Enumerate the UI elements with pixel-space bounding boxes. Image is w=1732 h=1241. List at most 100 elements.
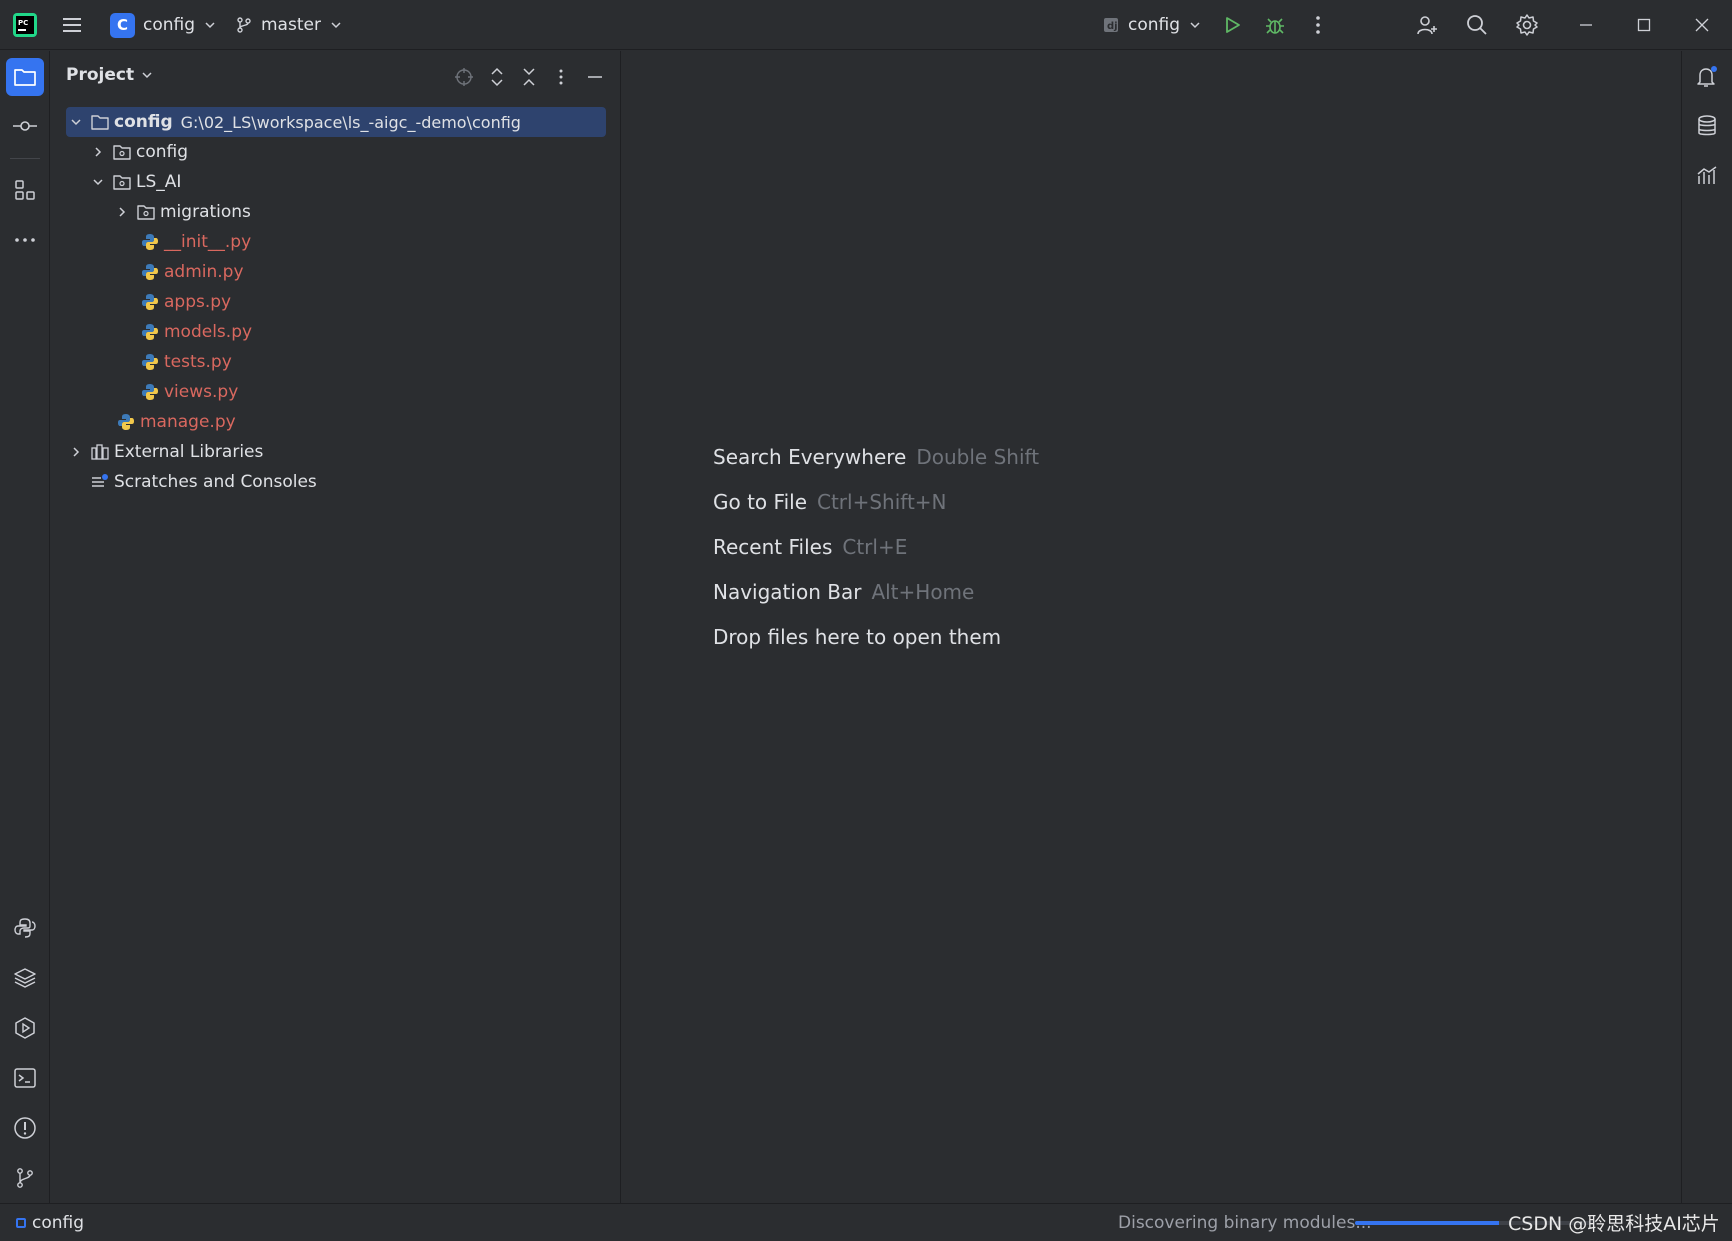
tree-item-config[interactable]: config (90, 137, 188, 167)
expand-all-icon (491, 67, 503, 87)
chevron-down-icon[interactable] (68, 114, 84, 130)
structure-icon (15, 180, 35, 200)
branch-selector[interactable]: master (235, 0, 343, 50)
branch-icon (237, 17, 251, 33)
tree-item-label: External Libraries (114, 442, 264, 462)
more-icon (559, 69, 563, 85)
tree-item-ls-ai[interactable]: LS_AI (90, 167, 181, 197)
hint-action: Search Everywhere (713, 445, 907, 469)
hint-shortcut: Alt+Home (871, 580, 975, 604)
locate-file-button[interactable] (450, 63, 478, 91)
pycharm-logo-icon[interactable]: PC (12, 0, 38, 50)
tree-item-label: tests.py (164, 352, 232, 372)
main-menu-button[interactable] (60, 0, 84, 50)
svg-text:PC: PC (18, 19, 28, 27)
tree-item-label: models.py (164, 322, 253, 342)
hide-panel-button[interactable] (581, 63, 609, 91)
run-button[interactable] (1210, 0, 1254, 50)
add-user-icon (1417, 16, 1437, 35)
tree-item-file[interactable]: admin.py (140, 257, 244, 287)
chevron-down-icon (331, 22, 341, 29)
hint-action: Drop files here to open them (713, 625, 1002, 649)
layers-icon (14, 968, 36, 988)
right-tool-strip (1681, 51, 1732, 1203)
chevron-down-icon (142, 72, 152, 79)
hint-action: Recent Files (713, 535, 833, 559)
python-file-icon (140, 352, 160, 372)
more-actions-button[interactable] (1296, 0, 1340, 50)
commit-tool-button[interactable] (6, 107, 44, 145)
python-packages-tool-button[interactable] (6, 909, 44, 947)
close-window-button[interactable] (1678, 0, 1726, 50)
background-task-label[interactable]: Discovering binary modules... (1118, 1213, 1372, 1233)
services-icon (15, 1017, 35, 1039)
minimize-button[interactable] (1562, 0, 1610, 50)
hint-action: Go to File (713, 490, 807, 514)
sciview-tool-button[interactable] (1688, 157, 1726, 195)
minimize-icon (1580, 24, 1592, 26)
layers-tool-button[interactable] (6, 959, 44, 997)
tree-item-path: G:\02_LS\workspace\ls_-aigc_-demo\config (180, 112, 521, 132)
hint-navigation-bar: Navigation Bar Alt+Home (713, 580, 974, 604)
hint-action: Navigation Bar (713, 580, 862, 604)
project-selector[interactable]: C config (110, 0, 217, 50)
chevron-right-icon[interactable] (90, 144, 106, 160)
problems-tool-button[interactable] (6, 1109, 44, 1147)
crosshair-icon (455, 68, 473, 86)
chevron-down-icon[interactable] (90, 174, 106, 190)
tree-item-label: manage.py (140, 412, 236, 432)
package-folder-icon (136, 202, 156, 222)
search-icon (1467, 15, 1487, 35)
status-breadcrumb[interactable]: config (16, 1213, 84, 1233)
run-config-selector[interactable]: dj config (1102, 0, 1202, 50)
status-bar: config Discovering binary modules... CSD… (0, 1203, 1732, 1241)
module-icon (16, 1218, 26, 1228)
tree-item-file[interactable]: models.py (140, 317, 252, 347)
settings-button[interactable] (1505, 0, 1549, 50)
terminal-tool-button[interactable] (6, 1059, 44, 1097)
search-button[interactable] (1455, 0, 1499, 50)
services-tool-button[interactable] (6, 1009, 44, 1047)
tree-item-file[interactable]: tests.py (140, 347, 232, 377)
code-with-me-button[interactable] (1405, 0, 1449, 50)
debug-button[interactable] (1253, 0, 1297, 50)
debug-icon (1266, 18, 1284, 34)
terminal-icon (14, 1068, 36, 1088)
tree-item-label: LS_AI (136, 172, 182, 192)
tree-item-root[interactable]: config G:\02_LS\workspace\ls_-aigc_-demo… (66, 107, 606, 137)
left-tool-strip (0, 51, 50, 1203)
hint-go-to-file: Go to File Ctrl+Shift+N (713, 490, 947, 514)
maximize-button[interactable] (1620, 0, 1668, 50)
collapse-all-button[interactable] (515, 63, 543, 91)
tree-item-external-libraries[interactable]: External Libraries (68, 437, 263, 467)
python-file-icon (140, 382, 160, 402)
chevron-right-icon[interactable] (114, 204, 130, 220)
chevron-right-icon[interactable] (68, 444, 84, 460)
notifications-tool-button[interactable] (1688, 58, 1726, 96)
tree-item-label: migrations (160, 202, 251, 222)
tree-item-migrations[interactable]: migrations (114, 197, 251, 227)
tree-item-file[interactable]: __init__.py (140, 227, 251, 257)
hint-recent-files: Recent Files Ctrl+E (713, 535, 907, 559)
panel-options-button[interactable] (547, 63, 575, 91)
project-view-selector[interactable]: Project (66, 65, 154, 85)
python-file-icon (140, 262, 160, 282)
tree-item-scratches[interactable]: Scratches and Consoles (90, 467, 317, 497)
python-file-icon (140, 232, 160, 252)
structure-tool-button[interactable] (6, 171, 44, 209)
editor-empty-state: Search Everywhere Double Shift Go to File… (622, 51, 1680, 1203)
tree-item-file[interactable]: views.py (140, 377, 238, 407)
bell-icon (1697, 66, 1717, 87)
project-tool-button[interactable] (6, 58, 44, 96)
expand-all-button[interactable] (483, 63, 511, 91)
tree-item-label: __init__.py (164, 232, 252, 252)
more-tools-button[interactable] (6, 221, 44, 259)
tree-item-label: config (114, 112, 173, 132)
run-config-name: config (1128, 15, 1181, 35)
tree-item-file[interactable]: manage.py (116, 407, 236, 437)
git-tool-button[interactable] (6, 1159, 44, 1197)
package-folder-icon (112, 142, 132, 162)
database-tool-button[interactable] (1688, 107, 1726, 145)
more-horizontal-icon (15, 238, 35, 242)
tree-item-file[interactable]: apps.py (140, 287, 231, 317)
